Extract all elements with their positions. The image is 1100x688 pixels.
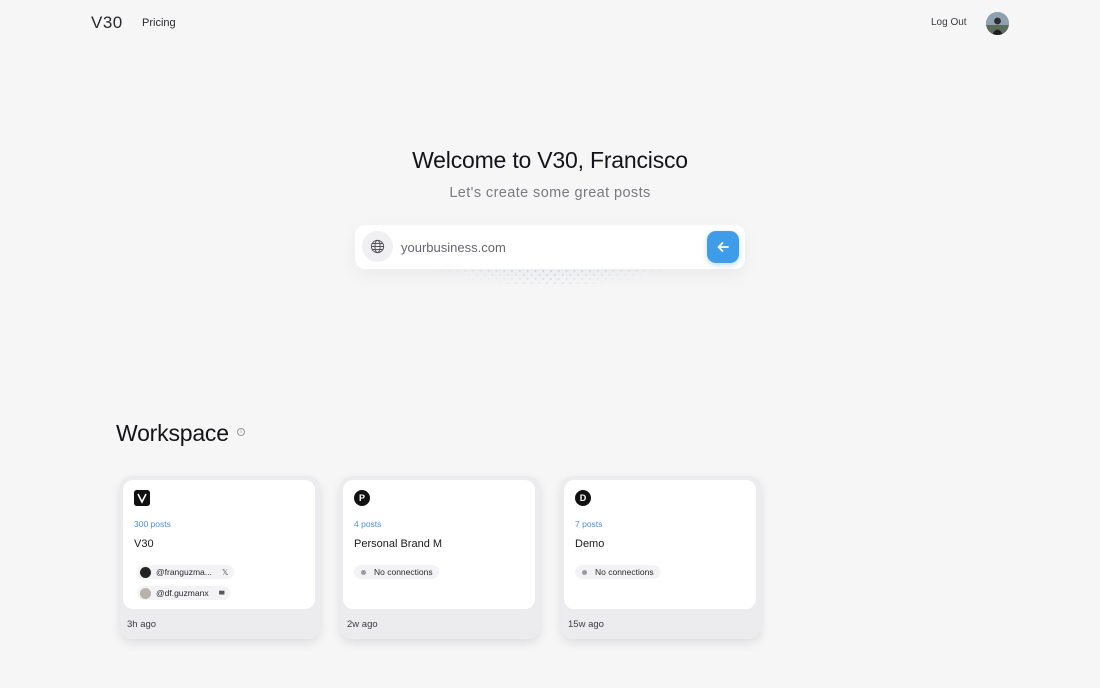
brand-logo[interactable]: V30 [91, 13, 123, 33]
workspace-name: V30 [134, 538, 154, 550]
nav-link-pricing[interactable]: Pricing [142, 17, 176, 29]
loading-dots-decoration [433, 270, 662, 284]
workspace-card-body: P 4 posts Personal Brand M No connection… [343, 480, 535, 609]
website-url-input[interactable] [401, 236, 701, 258]
bar-chart-icon: ▮▮▮ [218, 590, 225, 596]
account-avatar [140, 566, 151, 578]
workspace-name: Personal Brand M [354, 538, 443, 550]
post-count: 7 posts [575, 519, 603, 529]
arrow-left-icon [717, 242, 729, 252]
workspace-logo: P [354, 490, 370, 506]
post-count: 4 posts [354, 519, 382, 529]
website-search-box [355, 225, 745, 269]
connection-chip-analytics[interactable]: @df.guzmanx ▮▮▮ [137, 586, 230, 600]
workspace-card-body: 300 posts V30 @franguzma... 𝕏 @df.guzman… [123, 480, 315, 609]
no-connections-badge: No connections [575, 565, 660, 579]
page-title: Welcome to V30, Francisco [412, 147, 688, 173]
last-updated: 3h ago [127, 619, 157, 630]
globe-icon [362, 231, 393, 262]
workspace-card-demo[interactable]: D 7 posts Demo No connections 15w ago [561, 476, 761, 639]
info-icon[interactable]: i [237, 428, 245, 436]
workspace-name: Demo [575, 538, 605, 550]
top-nav: V30 Pricing Log Out [0, 0, 1100, 46]
user-avatar[interactable] [986, 12, 1009, 35]
connection-chip-x[interactable]: @franguzma... 𝕏 [137, 565, 235, 579]
account-avatar [140, 587, 151, 599]
workspace-heading: Workspace [116, 420, 229, 446]
connection-handle: @df.guzmanx [156, 588, 209, 598]
workspace-card-v30[interactable]: 300 posts V30 @franguzma... 𝕏 @df.guzman… [120, 476, 320, 639]
x-icon: 𝕏 [221, 567, 229, 577]
status-dot [361, 569, 366, 575]
status-dot [582, 569, 587, 575]
no-connections-label: No connections [374, 567, 433, 577]
post-count: 300 posts [134, 519, 171, 529]
workspace-logo: D [575, 490, 591, 506]
no-connections-badge: No connections [354, 565, 439, 579]
workspace-card-personal-brand[interactable]: P 4 posts Personal Brand M No connection… [340, 476, 540, 639]
logout-link[interactable]: Log Out [931, 17, 967, 28]
page-subtitle: Let's create some great posts [449, 185, 651, 201]
connection-handle: @franguzma... [156, 567, 212, 577]
last-updated: 15w ago [568, 619, 604, 630]
submit-url-button[interactable] [707, 231, 739, 263]
v30-logo [134, 490, 150, 506]
workspace-card-body: D 7 posts Demo No connections [564, 480, 756, 609]
last-updated: 2w ago [347, 619, 378, 630]
no-connections-label: No connections [595, 567, 654, 577]
